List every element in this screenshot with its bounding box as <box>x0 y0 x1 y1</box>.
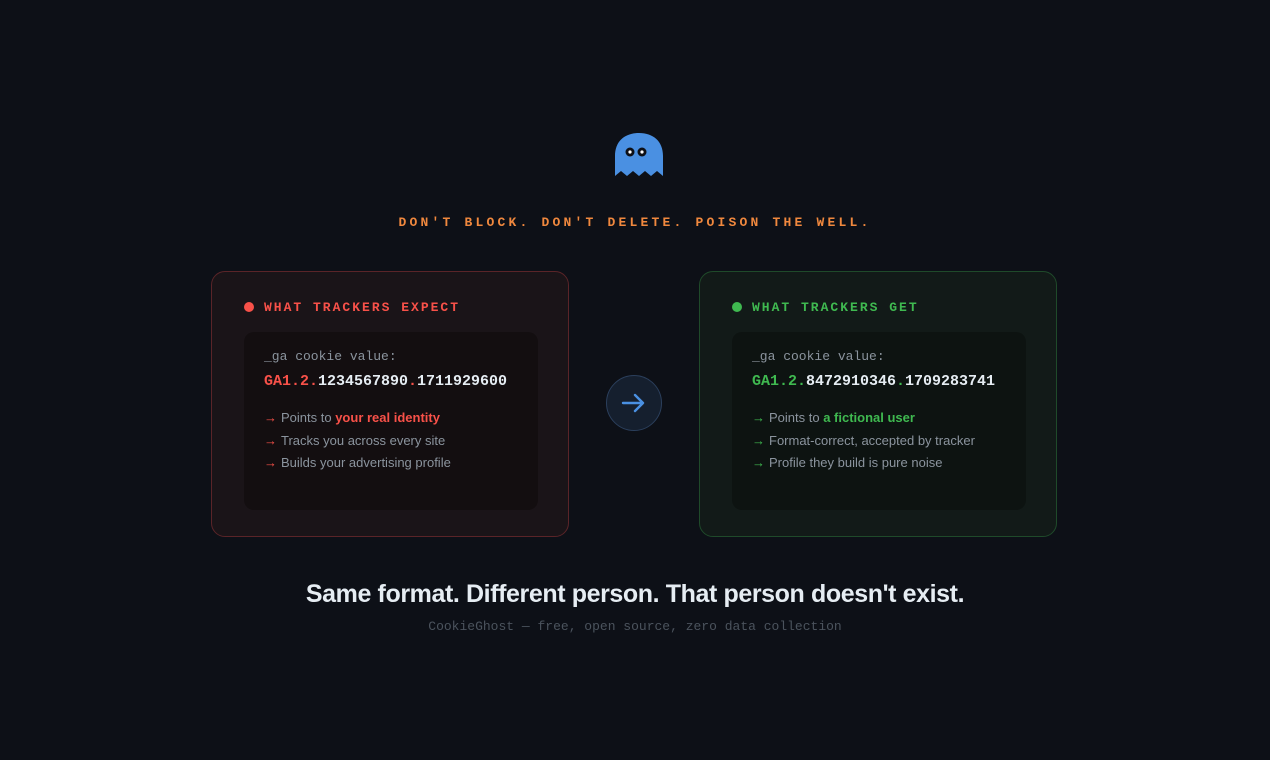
trackers-get-card: WHAT TRACKERS GET _ga cookie value: GA1.… <box>699 271 1057 537</box>
cookie-label: _ga cookie value: <box>264 349 397 364</box>
point-text: Format-correct, accepted by tracker <box>769 432 975 448</box>
card-header: WHAT TRACKERS EXPECT <box>244 299 461 315</box>
point-emphasis: your real identity <box>335 410 440 425</box>
cookie-client-id: 1234567890 <box>318 373 409 390</box>
cookie-client-id: 8472910346 <box>806 373 897 390</box>
trackers-expect-card: WHAT TRACKERS EXPECT _ga cookie value: G… <box>211 271 569 537</box>
card-title: WHAT TRACKERS GET <box>752 299 919 315</box>
arrow-icon: → <box>264 410 277 425</box>
headline: Same format. Different person. That pers… <box>305 580 965 608</box>
cookie-prefix: GA1.2. <box>264 373 319 390</box>
footer-text: CookieGhost — free, open source, zero da… <box>428 619 842 634</box>
cookie-value: GA1.2.8472910346.1709283741 <box>752 373 1006 391</box>
cookie-value: GA1.2.1234567890.1711929600 <box>264 373 518 391</box>
arrow-right-icon <box>606 375 662 431</box>
cookie-panel: _ga cookie value: GA1.2.8472910346.17092… <box>732 332 1026 510</box>
arrow-icon: → <box>264 432 277 448</box>
cookie-timestamp: 1709283741 <box>905 373 996 390</box>
point-text: Tracks you across every site <box>281 432 446 448</box>
points-list: → Points to your real identity → Tracks yo… <box>264 410 518 470</box>
list-item: → Format-correct, accepted by tracker <box>752 433 1006 448</box>
list-item: → Points to a fictional user <box>752 410 1006 425</box>
list-item: → Tracks you across every site <box>264 433 518 448</box>
point-text: Points to <box>281 410 336 425</box>
arrow-icon: → <box>752 432 765 448</box>
status-dot <box>732 302 742 312</box>
cookie-separator: . <box>896 373 906 390</box>
ghost-icon <box>614 132 664 178</box>
cookie-panel: _ga cookie value: GA1.2.1234567890.17119… <box>244 332 538 510</box>
card-header: WHAT TRACKERS GET <box>732 299 919 315</box>
list-item: → Profile they build is pure noise <box>752 455 1006 470</box>
cookie-label: _ga cookie value: <box>752 349 885 364</box>
point-emphasis: a fictional user <box>823 410 915 425</box>
point-text: Points to <box>769 410 824 425</box>
cookie-separator: . <box>408 373 418 390</box>
tagline: DON'T BLOCK. DON'T DELETE. POISON THE WE… <box>398 215 872 230</box>
point-text: Builds your advertising profile <box>281 455 451 470</box>
list-item: → Points to your real identity <box>264 410 518 425</box>
status-dot <box>244 302 254 312</box>
cookie-timestamp: 1711929600 <box>417 373 508 390</box>
list-item: → Builds your advertising profile <box>264 455 518 470</box>
cookie-prefix: GA1.2. <box>752 373 807 390</box>
arrow-icon: → <box>752 455 765 470</box>
point-text: Profile they build is pure noise <box>769 455 943 470</box>
arrow-icon: → <box>264 455 277 470</box>
card-title: WHAT TRACKERS EXPECT <box>264 299 461 315</box>
points-list: → Points to a fictional user → Format-corr… <box>752 410 1006 470</box>
arrow-icon: → <box>752 410 765 425</box>
